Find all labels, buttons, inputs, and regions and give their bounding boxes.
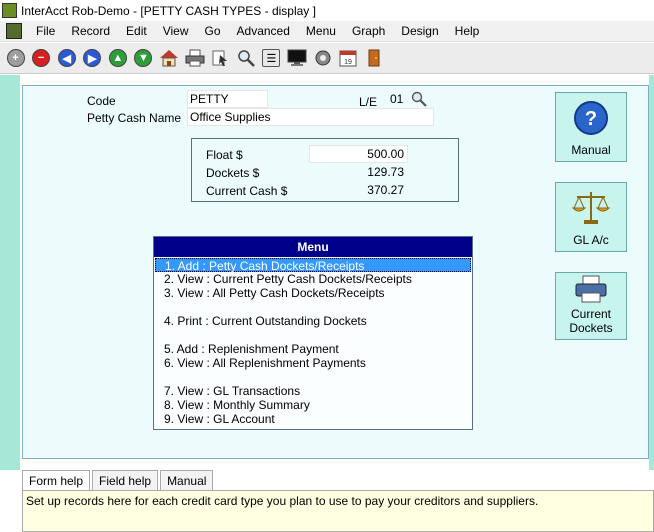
list-icon[interactable]: ☰ [261, 48, 282, 69]
menu-view[interactable]: View [155, 24, 197, 38]
printer-icon [574, 275, 608, 306]
down-icon[interactable]: ▼ [133, 48, 154, 69]
manual-button-label: Manual [571, 143, 611, 157]
help-tabs: Form help Field help Manual [22, 470, 654, 491]
menu-record[interactable]: Record [63, 24, 118, 38]
dockets-value: 129.73 [309, 163, 408, 181]
title-bar: InterAcct Rob-Demo - [PETTY CASH TYPES -… [0, 0, 654, 21]
menu-graph[interactable]: Graph [344, 24, 393, 38]
up-icon[interactable]: ▲ [107, 48, 128, 69]
menu-help[interactable]: Help [447, 24, 488, 38]
petty-cash-name-field[interactable]: Office Supplies [187, 108, 434, 126]
menu-menu[interactable]: Menu [298, 24, 344, 38]
gl-ac-button-label: GL A/c [573, 233, 609, 247]
help-text-area: Set up records here for each credit card… [22, 490, 654, 532]
help-text: Set up records here for each credit card… [26, 494, 539, 508]
next-icon[interactable]: ▶ [82, 48, 103, 69]
svg-text:19: 19 [344, 59, 352, 66]
menu-file[interactable]: File [28, 24, 63, 38]
right-background-strip [649, 75, 654, 470]
current-dockets-label-line2: Dockets [569, 321, 613, 335]
toolbar: + − ◀ ▶ ▲ ▼ ☰ 19 [0, 43, 654, 74]
menu-go[interactable]: Go [197, 24, 229, 38]
menu-item-view-all-dockets[interactable]: 3. View : All Petty Cash Dockets/Receipt… [155, 286, 471, 300]
menu-advanced[interactable]: Advanced [229, 24, 298, 38]
delete-icon[interactable]: − [31, 48, 52, 69]
menu-item-view-gl-account[interactable]: 9. View : GL Account [155, 412, 471, 426]
manual-button[interactable]: ? Manual [555, 92, 627, 162]
current-cash-label: Current Cash $ [206, 184, 288, 198]
current-cash-value: 370.27 [309, 181, 408, 199]
menu-item-view-gl-transactions[interactable]: 7. View : GL Transactions [155, 384, 471, 398]
tab-form-help[interactable]: Form help [22, 470, 91, 491]
dockets-label: Dockets $ [206, 166, 260, 180]
menu-item-view-replenishments[interactable]: 6. View : All Replenishment Payments [155, 356, 471, 370]
menu-bar: File Record Edit View Go Advanced Menu G… [0, 21, 654, 42]
code-label: Code [87, 94, 116, 108]
search-icon[interactable] [235, 48, 256, 69]
exit-door-icon[interactable] [363, 48, 384, 69]
le-lookup-icon[interactable] [410, 90, 428, 108]
left-background-strip [0, 75, 20, 470]
menu-panel: Menu 1. Add : Petty Cash Dockets/Receipt… [153, 236, 473, 430]
scales-icon [571, 188, 611, 229]
svg-text:?: ? [585, 108, 597, 130]
tab-field-help[interactable]: Field help [92, 470, 159, 491]
menu-item-add-replenishment[interactable]: 5. Add : Replenishment Payment [155, 342, 471, 356]
current-dockets-button[interactable]: Current Dockets [555, 272, 627, 340]
menu-item-view-monthly-summary[interactable]: 8. View : Monthly Summary [155, 398, 471, 412]
menu-design[interactable]: Design [393, 24, 446, 38]
petty-cash-name-label: Petty Cash Name [87, 111, 182, 125]
le-field[interactable]: 01 [387, 90, 409, 108]
calendar-icon[interactable]: 19 [338, 48, 359, 69]
gl-ac-button[interactable]: GL A/c [555, 182, 627, 252]
pointer-icon[interactable] [210, 48, 231, 69]
print-icon[interactable] [184, 48, 205, 69]
previous-icon[interactable]: ◀ [56, 48, 77, 69]
screen-icon[interactable] [287, 48, 308, 69]
home-icon[interactable] [159, 48, 180, 69]
settings-icon[interactable] [312, 48, 333, 69]
help-question-icon: ? [573, 100, 609, 139]
menu-edit[interactable]: Edit [118, 24, 155, 38]
menu-item-print-outstanding[interactable]: 4. Print : Current Outstanding Dockets [155, 314, 471, 328]
system-menu-icon[interactable] [6, 23, 22, 39]
code-field[interactable]: PETTY [187, 90, 268, 108]
menu-item-add-dockets[interactable]: 1. Add : Petty Cash Dockets/Receipts [155, 258, 471, 273]
float-label: Float $ [206, 148, 243, 162]
float-field[interactable]: 500.00 [309, 145, 408, 163]
window-title: InterAcct Rob-Demo - [PETTY CASH TYPES -… [21, 3, 316, 18]
menu-panel-title: Menu [154, 237, 472, 257]
app-logo-icon [2, 3, 17, 18]
le-label: L/E [359, 95, 378, 109]
add-icon[interactable]: + [5, 48, 26, 69]
menu-item-view-current-dockets[interactable]: 2. View : Current Petty Cash Dockets/Rec… [155, 272, 471, 286]
current-dockets-label-line1: Current [570, 307, 611, 321]
tab-manual[interactable]: Manual [160, 470, 214, 491]
